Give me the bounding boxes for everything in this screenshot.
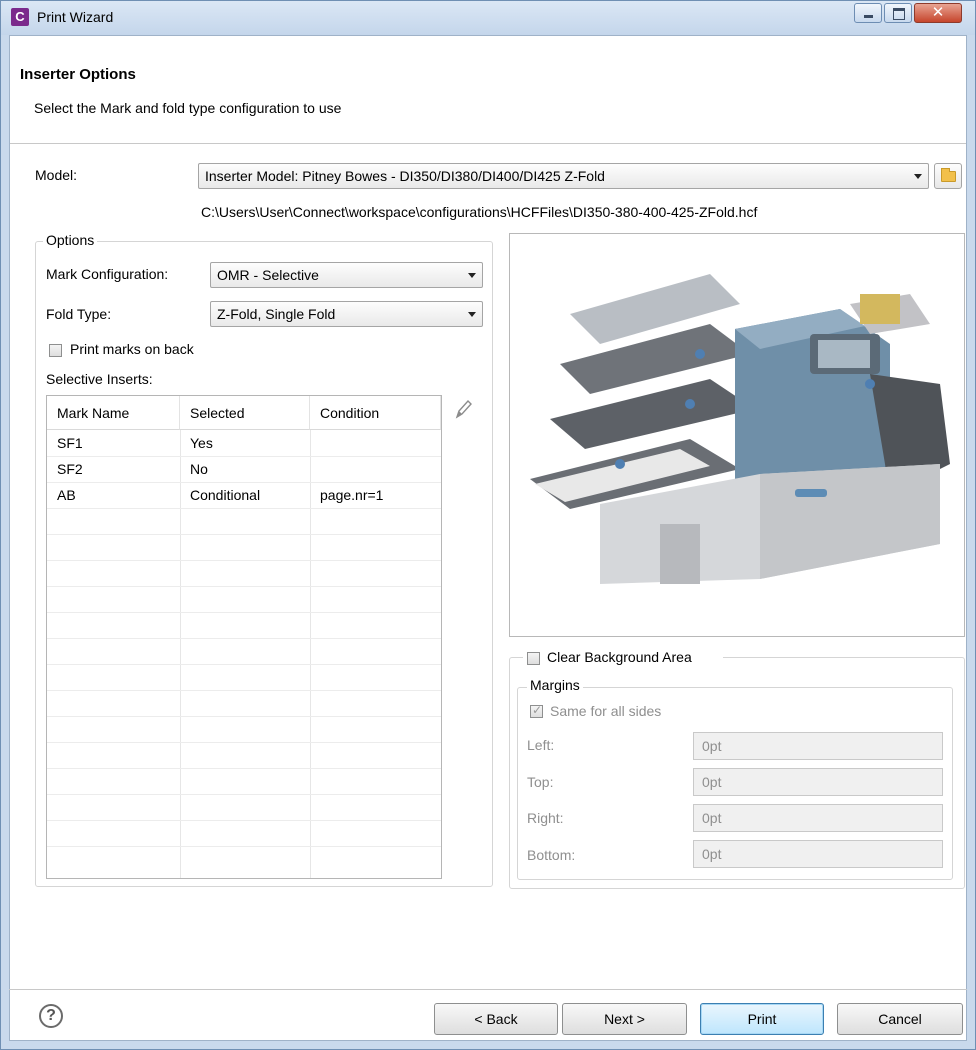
column-header-condition[interactable]: Condition bbox=[310, 396, 441, 430]
table-cell[interactable]: AB bbox=[47, 482, 76, 508]
mark-config-label: Mark Configuration: bbox=[46, 266, 169, 282]
pencil-icon[interactable] bbox=[454, 398, 472, 420]
browse-folder-button[interactable] bbox=[934, 163, 962, 189]
wizard-header: Inserter Options Select the Mark and fol… bbox=[10, 36, 966, 144]
next-button[interactable]: Next > bbox=[562, 1003, 687, 1035]
folder-icon bbox=[941, 168, 956, 182]
chevron-down-icon bbox=[468, 273, 476, 278]
title-bar: C Print Wizard ✕ bbox=[1, 1, 975, 35]
cancel-button[interactable]: Cancel bbox=[837, 1003, 963, 1035]
right-margin-label: Right: bbox=[527, 810, 564, 826]
left-margin-input[interactable]: 0pt bbox=[693, 732, 943, 760]
clear-background-checkbox[interactable] bbox=[527, 652, 540, 665]
back-button[interactable]: < Back bbox=[434, 1003, 558, 1035]
selective-inserts-label: Selective Inserts: bbox=[46, 371, 153, 387]
top-margin-label: Top: bbox=[527, 774, 554, 790]
print-marks-on-back-checkbox[interactable] bbox=[49, 344, 62, 357]
table-cell[interactable] bbox=[310, 430, 320, 456]
chevron-down-icon bbox=[914, 174, 922, 179]
clear-background-label: Clear Background Area bbox=[547, 649, 692, 665]
margins-group-title: Margins bbox=[527, 677, 583, 693]
print-button[interactable]: Print bbox=[700, 1003, 824, 1035]
fold-type-select[interactable]: Z-Fold, Single Fold bbox=[210, 301, 483, 327]
table-cell[interactable]: Yes bbox=[180, 430, 213, 456]
mark-config-select[interactable]: OMR - Selective bbox=[210, 262, 483, 288]
print-marks-on-back-label: Print marks on back bbox=[70, 341, 194, 357]
options-group-title: Options bbox=[43, 232, 98, 248]
table-cell[interactable]: No bbox=[180, 456, 208, 482]
same-for-all-sides-label: Same for all sides bbox=[550, 703, 662, 719]
mark-config-value: OMR - Selective bbox=[217, 267, 319, 283]
minimize-button[interactable] bbox=[854, 3, 882, 23]
chevron-down-icon bbox=[468, 312, 476, 317]
inserter-image-frame bbox=[509, 233, 965, 637]
close-button[interactable]: ✕ bbox=[914, 3, 962, 23]
table-cell[interactable]: SF1 bbox=[47, 430, 83, 456]
help-icon[interactable]: ? bbox=[39, 1004, 63, 1028]
model-label: Model: bbox=[35, 167, 78, 183]
print-wizard-window: C Print Wizard ✕ Inserter Options Select… bbox=[0, 0, 976, 1050]
model-select-value: Inserter Model: Pitney Bowes - DI350/DI3… bbox=[205, 168, 605, 184]
fold-type-label: Fold Type: bbox=[46, 306, 112, 322]
page-title: Inserter Options bbox=[20, 66, 136, 83]
model-select[interactable]: Inserter Model: Pitney Bowes - DI350/DI3… bbox=[198, 163, 929, 189]
right-margin-input[interactable]: 0pt bbox=[693, 804, 943, 832]
column-header-mark-name[interactable]: Mark Name bbox=[47, 396, 180, 430]
table-cell[interactable]: page.nr=1 bbox=[310, 482, 383, 508]
table-cell[interactable]: SF2 bbox=[47, 456, 83, 482]
app-c-icon: C bbox=[11, 8, 29, 26]
close-icon: ✕ bbox=[931, 4, 945, 21]
column-header-selected[interactable]: Selected bbox=[180, 396, 310, 430]
table-cell[interactable] bbox=[310, 456, 320, 482]
window-title: Print Wizard bbox=[37, 9, 114, 25]
selective-inserts-table[interactable]: Mark Name Selected Condition SF1 Yes SF2… bbox=[46, 395, 442, 879]
left-margin-label: Left: bbox=[527, 737, 555, 753]
fold-type-value: Z-Fold, Single Fold bbox=[217, 306, 336, 322]
bottom-margin-input[interactable]: 0pt bbox=[693, 840, 943, 868]
model-path: C:\Users\User\Connect\workspace\configur… bbox=[201, 204, 758, 220]
inserter-machine-image bbox=[530, 274, 950, 584]
table-cell[interactable]: Conditional bbox=[180, 482, 260, 508]
page-description: Select the Mark and fold type configurat… bbox=[34, 100, 342, 116]
footer-separator bbox=[9, 989, 967, 990]
bottom-margin-label: Bottom: bbox=[527, 847, 576, 863]
maximize-button[interactable] bbox=[884, 3, 912, 23]
top-margin-input[interactable]: 0pt bbox=[693, 768, 943, 796]
same-for-all-sides-checkbox[interactable] bbox=[530, 703, 543, 718]
